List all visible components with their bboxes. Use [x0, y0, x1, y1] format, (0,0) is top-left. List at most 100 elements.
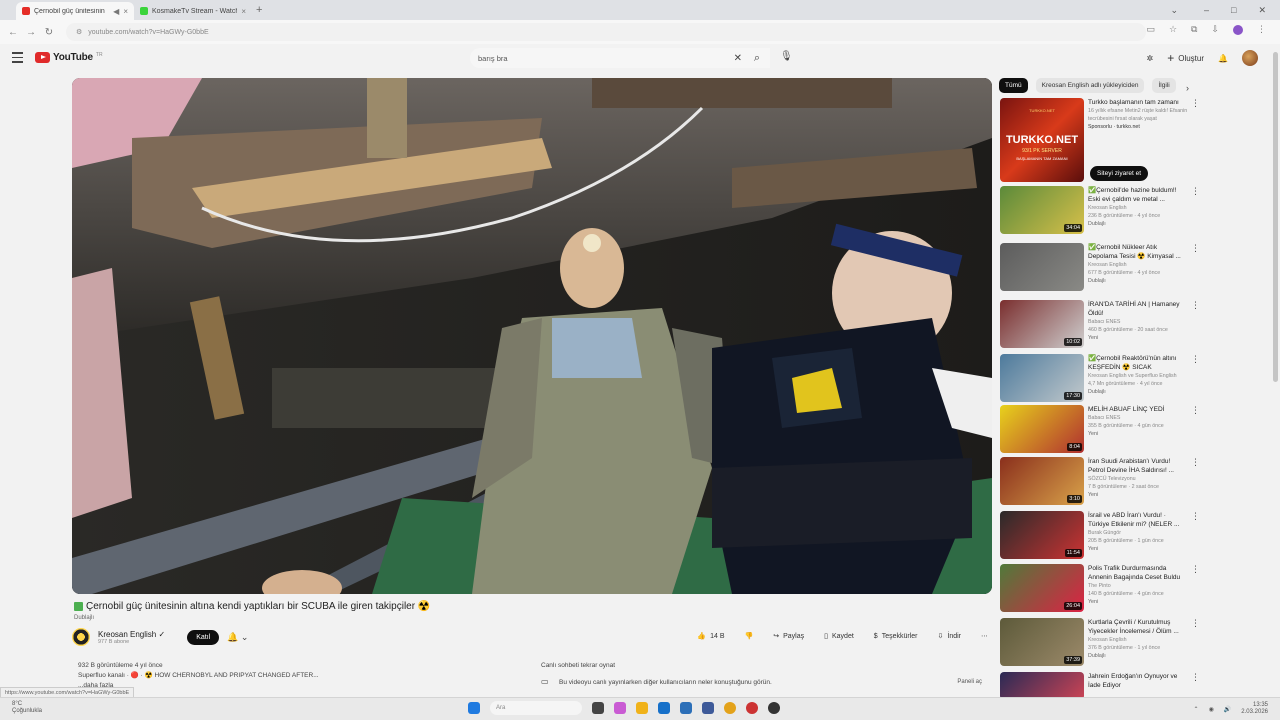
recommendation-card[interactable]: 26:04 Polis Trafik Durdurmasında Annenin … — [1000, 564, 1200, 612]
video-thumbnail[interactable]: 8:04 — [1000, 405, 1084, 453]
more-actions-icon[interactable]: ⋯ — [981, 632, 988, 640]
cast-icon[interactable]: ▭ — [1146, 24, 1155, 35]
recommendation-card[interactable]: Jahrein Erdoğan'ın Oynuyor ve İade Ediyo… — [1000, 672, 1200, 700]
more-options-icon[interactable]: ⋮ — [1191, 354, 1200, 365]
reload-icon[interactable]: ↻ — [40, 27, 58, 38]
more-options-icon[interactable]: ⋮ — [1191, 457, 1200, 468]
dislike-button[interactable]: 👎 — [745, 632, 754, 640]
more-options-icon[interactable]: ⋮ — [1191, 618, 1200, 629]
cast-settings-icon[interactable]: ✲ — [1147, 54, 1154, 63]
recommendation-card[interactable]: 3:10 İran Suudi Arabistan'ı Vurdu! Petrol… — [1000, 457, 1200, 505]
download-icon[interactable]: ⇩ — [1211, 24, 1219, 35]
visit-site-button[interactable]: Siteyi ziyaret et — [1090, 166, 1149, 181]
video-thumbnail[interactable] — [1000, 672, 1084, 700]
download-button[interactable]: ⇩ İndir — [938, 632, 962, 641]
more-options-icon[interactable]: ⋮ — [1191, 300, 1200, 311]
search-input[interactable]: barış bra ✕ ⌕ — [470, 48, 770, 68]
recommendation-card[interactable]: 17:30 ✅Çernobil Reaktörü'nün altını KEŞFE… — [1000, 354, 1200, 402]
more-options-icon[interactable]: ⋮ — [1191, 243, 1200, 254]
menu-dots-icon[interactable]: ⋮ — [1257, 24, 1266, 35]
description-more[interactable]: ...daha fazla — [78, 681, 526, 691]
browser-tab-kick[interactable]: KosmakeTv Stream - Watch Live × — [134, 2, 252, 20]
network-icon[interactable]: ◉ — [1209, 706, 1214, 713]
video-thumbnail[interactable]: 10:02 — [1000, 300, 1084, 348]
like-button[interactable]: 👍 14 B — [697, 632, 724, 641]
tray-chevron-icon[interactable]: ⌃ — [1194, 706, 1199, 713]
video-thumbnail[interactable]: 26:04 — [1000, 564, 1084, 612]
browser-tab-active[interactable]: Çernobil güç ünitesinin ◀ × — [16, 2, 134, 20]
tab-close-icon[interactable]: × — [241, 7, 246, 16]
more-options-icon[interactable]: ⋮ — [1191, 186, 1200, 197]
bookmark-star-icon[interactable]: ☆ — [1169, 24, 1177, 35]
chip-uploader[interactable]: Kreosan English adlı yükleyiciden — [1035, 78, 1145, 93]
vscode-icon[interactable] — [702, 702, 714, 714]
recommendation-card[interactable]: 10:02 İRAN'DA TARİHİ AN | Hamaney Öldü! Ba… — [1000, 300, 1200, 348]
recommendation-card[interactable]: 8:04 MELİH ABUAF LİNÇ YEDİ Babacı ENES 355 … — [1000, 405, 1200, 453]
maximize-icon[interactable]: □ — [1231, 5, 1236, 15]
file-explorer-icon[interactable] — [636, 702, 648, 714]
edge-icon[interactable] — [658, 702, 670, 714]
video-thumbnail[interactable]: 11:54 — [1000, 511, 1084, 559]
tab-close-icon[interactable]: × — [123, 7, 128, 16]
video-player[interactable] — [72, 78, 992, 594]
app-red-icon[interactable] — [746, 702, 758, 714]
recommendation-card[interactable]: 11:54 İsrail ve ABD İran'ı Vurdu! · Türki… — [1000, 511, 1200, 559]
channel-avatar[interactable] — [72, 628, 90, 646]
channel-name[interactable]: Kreosan English ✓ — [98, 630, 165, 639]
store-icon[interactable] — [680, 702, 692, 714]
close-window-icon[interactable]: ✕ — [1258, 5, 1266, 16]
windows-start-icon[interactable] — [468, 702, 480, 714]
chip-related[interactable]: İlgili — [1152, 78, 1176, 93]
recommendation-card[interactable]: ✅Çernobil Nükleer Atık Depolama Tesisi ☢… — [1000, 243, 1200, 291]
url-field[interactable]: ⚙ youtube.com/watch?v=HaGWy-G0bbE — [66, 23, 1146, 41]
join-button[interactable]: Katıl — [187, 629, 220, 645]
new-tab-icon[interactable]: + — [256, 4, 262, 16]
taskbar-search[interactable]: Ara — [490, 701, 582, 715]
widgets-icon[interactable] — [614, 702, 626, 714]
video-thumbnail[interactable]: 34:04 — [1000, 186, 1084, 234]
video-thumbnail[interactable]: 17:30 — [1000, 354, 1084, 402]
volume-icon[interactable]: 🔊 — [1224, 706, 1231, 713]
chip-all[interactable]: Tümü — [999, 78, 1028, 93]
steam-icon[interactable] — [768, 702, 780, 714]
share-button[interactable]: ↪ Paylaş — [773, 632, 804, 641]
notifications-bell-icon[interactable]: 🔔 — [1218, 54, 1228, 63]
create-button[interactable]: + Oluştur — [1167, 51, 1204, 65]
video-thumbnail[interactable]: 3:10 — [1000, 457, 1084, 505]
weather-widget[interactable]: 8°C Çoğunlukla — [12, 701, 42, 715]
clock[interactable]: 13:35 2.03.2026 — [1241, 702, 1268, 716]
chrome-icon[interactable] — [724, 702, 736, 714]
task-view-icon[interactable] — [592, 702, 604, 714]
thanks-button[interactable]: $ Teşekkürler — [874, 633, 918, 640]
open-chat-button[interactable]: Paneli aç — [957, 679, 982, 685]
search-icon[interactable]: ⌕ — [754, 52, 760, 65]
video-thumbnail[interactable] — [1000, 243, 1084, 291]
subscribe-bell-icon[interactable]: 🔔 ⌄ — [227, 632, 248, 643]
account-avatar[interactable] — [1242, 50, 1258, 66]
save-button[interactable]: ▯ Kaydet — [824, 632, 854, 641]
clear-search-icon[interactable]: ✕ — [734, 53, 742, 64]
more-options-icon[interactable]: ⋮ — [1191, 672, 1200, 683]
tab-mute-icon[interactable]: ◀ — [113, 7, 119, 16]
site-info-icon[interactable]: ⚙ — [76, 28, 82, 36]
more-options-icon[interactable]: ⋮ — [1191, 98, 1200, 109]
more-options-icon[interactable]: ⋮ — [1191, 511, 1200, 522]
chip-next-icon[interactable]: › — [1186, 83, 1189, 93]
recommendation-card[interactable]: 37:39 Kurtlarla Çevrili / Kurutulmuş Yiye… — [1000, 618, 1200, 666]
menu-icon[interactable] — [12, 52, 23, 63]
description-box[interactable]: 932 B görüntüleme 4 yıl önce Superfluo k… — [72, 657, 532, 697]
more-options-icon[interactable]: ⋮ — [1191, 564, 1200, 575]
tab-search-icon[interactable]: ⌄ — [1170, 5, 1178, 16]
forward-icon[interactable]: → — [22, 27, 40, 38]
recommendation-card[interactable]: 34:04 ✅Çernobil'de hazine buldum!! Eski e… — [1000, 186, 1200, 234]
microphone-icon[interactable]: 🎙 — [780, 51, 793, 62]
minimize-icon[interactable]: – — [1204, 5, 1209, 15]
profile-avatar[interactable] — [1233, 24, 1243, 35]
youtube-logo[interactable]: YouTube TR — [35, 52, 103, 63]
video-thumbnail[interactable]: 37:39 — [1000, 618, 1084, 666]
extensions-icon[interactable]: ⧉ — [1191, 24, 1197, 35]
page-scrollbar[interactable] — [1273, 52, 1278, 382]
back-icon[interactable]: ← — [4, 27, 22, 38]
ad-thumbnail[interactable]: TURKKO.NET TURKKO.NET 93/1 PK SERVER BAŞ… — [1000, 98, 1084, 182]
more-options-icon[interactable]: ⋮ — [1191, 405, 1200, 416]
